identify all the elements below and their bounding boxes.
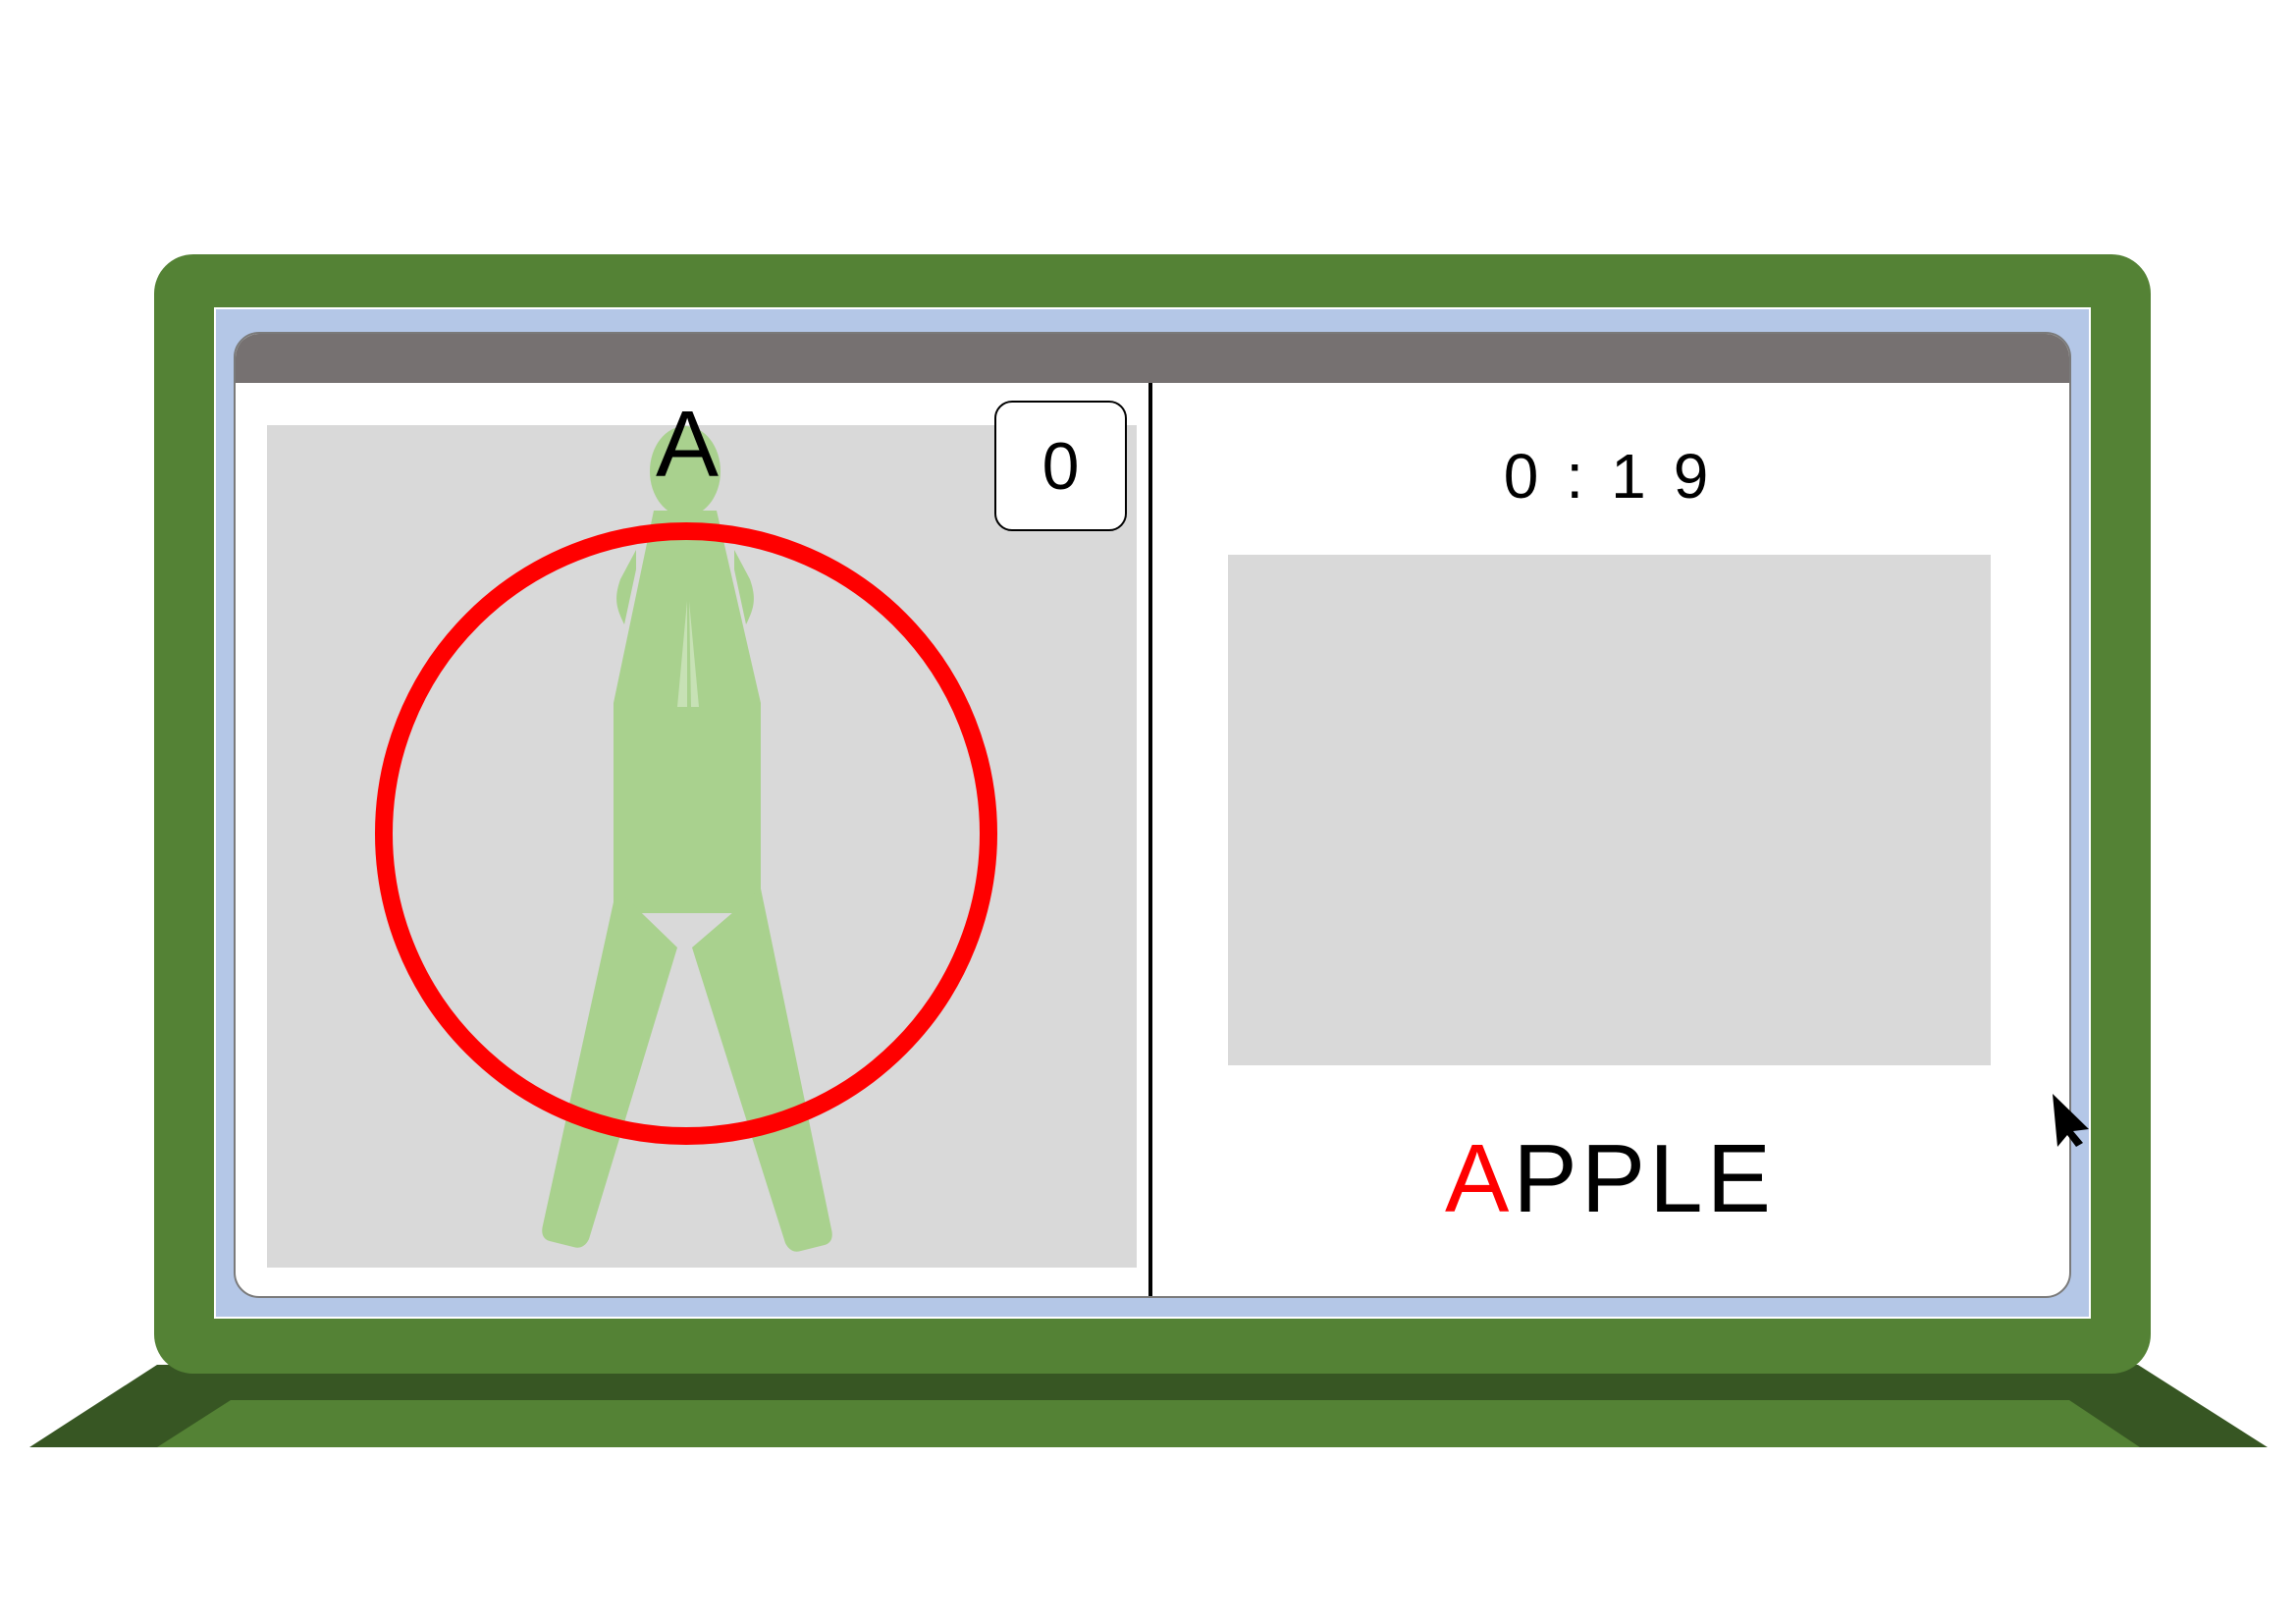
score-counter: 0: [994, 401, 1127, 531]
countdown-timer: 0:19: [1503, 441, 1736, 512]
target-word: APPLE: [1355, 1119, 1865, 1237]
target-word-remaining: PPLE: [1513, 1124, 1775, 1232]
mouse-pointer-icon: [2053, 1094, 2089, 1147]
word-image-placeholder: [1228, 555, 1991, 1065]
target-word-current-letter: A: [1445, 1124, 1514, 1232]
pose-letter: A: [655, 392, 720, 497]
score-value: 0: [1041, 428, 1080, 504]
target-ring-icon: [375, 522, 997, 1145]
